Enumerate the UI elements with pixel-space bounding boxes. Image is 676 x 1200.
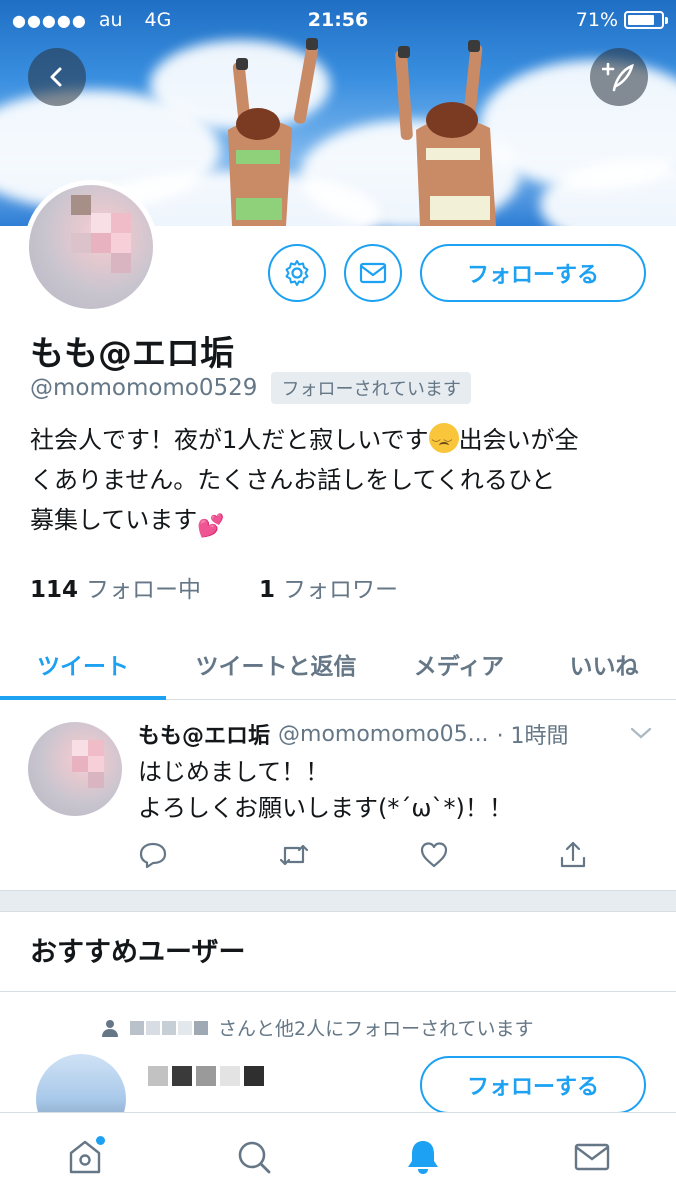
compose-icon: [602, 62, 634, 92]
signal-strength: ●●●●●: [12, 10, 87, 30]
back-button[interactable]: [28, 48, 86, 106]
follows-you-badge: フォローされています: [271, 372, 471, 404]
divider: [0, 991, 676, 992]
tweet-author-name: もも@エロ垢: [138, 724, 271, 749]
search-icon: [238, 1141, 270, 1173]
recommend-context-text: さんと他2人にフォローされています: [218, 1018, 534, 1040]
tweet-time: · 1時間: [496, 724, 569, 749]
disappointed-face-icon: [428, 423, 459, 465]
compose-button[interactable]: [590, 48, 648, 106]
recommend-context: さんと他2人にフォローされています: [100, 1014, 534, 1041]
tab-media[interactable]: メディア: [386, 628, 532, 699]
bio-text-3: 募集しています: [30, 506, 198, 534]
section-separator: [0, 890, 676, 912]
network-label: 4G: [144, 9, 172, 31]
battery-percent: 71%: [575, 9, 618, 31]
recommended-follow-button[interactable]: フォローする: [420, 1056, 646, 1114]
retweet-icon[interactable]: [277, 840, 311, 870]
battery-icon: [624, 11, 668, 29]
back-icon: [50, 67, 62, 87]
caret-down-icon[interactable]: [630, 726, 652, 740]
bottom-nav: [0, 1112, 676, 1200]
share-icon[interactable]: [558, 840, 588, 870]
nav-messages[interactable]: [552, 1122, 632, 1192]
unread-dot: [95, 1135, 105, 1145]
tweet-text-line1: はじめまして！！: [138, 758, 330, 786]
following-stat[interactable]: 114 フォロー中: [30, 570, 201, 604]
bell-icon: [407, 1140, 438, 1174]
mail-icon: [359, 262, 387, 284]
person-icon: [102, 1019, 118, 1037]
nav-search[interactable]: [214, 1122, 294, 1192]
message-button[interactable]: [344, 244, 402, 302]
followers-stat[interactable]: 1 フォロワー: [259, 570, 398, 604]
followers-label: フォロワー: [283, 577, 399, 603]
profile-name: もも@エロ垢: [30, 334, 234, 374]
carrier-label: au: [98, 9, 123, 31]
following-count: 114: [30, 577, 79, 603]
recommended-users-title: おすすめユーザー: [30, 937, 246, 968]
profile-bio: 社会人です！夜が1人だと寂しいです 出会いが全 くありません。たくさんお話しをして…: [30, 420, 650, 540]
profile-tabs: ツイート ツイートと返信 メディア いいね: [0, 628, 676, 700]
followers-count: 1: [259, 577, 276, 603]
profile-handle: @momomomo0529: [30, 375, 258, 401]
bio-text-1a: 社会人です！夜が1人だと寂しいです: [30, 426, 429, 454]
follow-button[interactable]: フォローする: [420, 244, 646, 302]
tab-tweets[interactable]: ツイート: [0, 628, 166, 700]
status-bar: ●●●●● au 4G 21:56 71%: [0, 0, 676, 40]
profile-avatar[interactable]: [24, 180, 158, 314]
following-label: フォロー中: [86, 577, 202, 603]
tweet-avatar[interactable]: [28, 722, 122, 816]
tweet-author-handle: @momomomo05...: [278, 721, 489, 747]
nav-notifications[interactable]: [383, 1122, 463, 1192]
bio-text-1b: 出会いが全: [458, 426, 579, 454]
blurred-name: [130, 1020, 208, 1035]
bio-text-2: くありません。たくさんお話しをしてくれるひと: [30, 466, 556, 494]
reply-icon[interactable]: [138, 840, 168, 870]
tweet-text-line2: よろしくお願いします(*´ω`*)！！: [138, 794, 513, 822]
tweet-item[interactable]: もも@エロ垢 @momomomo05... · 1時間 はじめまして！！ よろし…: [0, 700, 676, 890]
like-icon[interactable]: [419, 840, 449, 870]
tab-likes[interactable]: いいね: [532, 628, 676, 699]
nav-home[interactable]: [45, 1122, 125, 1192]
recommended-user-name-blurred: [148, 1066, 264, 1086]
tab-tweets-replies[interactable]: ツイートと返信: [166, 628, 386, 699]
two-hearts-icon: 💕: [197, 514, 225, 539]
mail-icon: [574, 1143, 609, 1170]
gear-icon: [285, 260, 309, 286]
settings-button[interactable]: [268, 244, 326, 302]
